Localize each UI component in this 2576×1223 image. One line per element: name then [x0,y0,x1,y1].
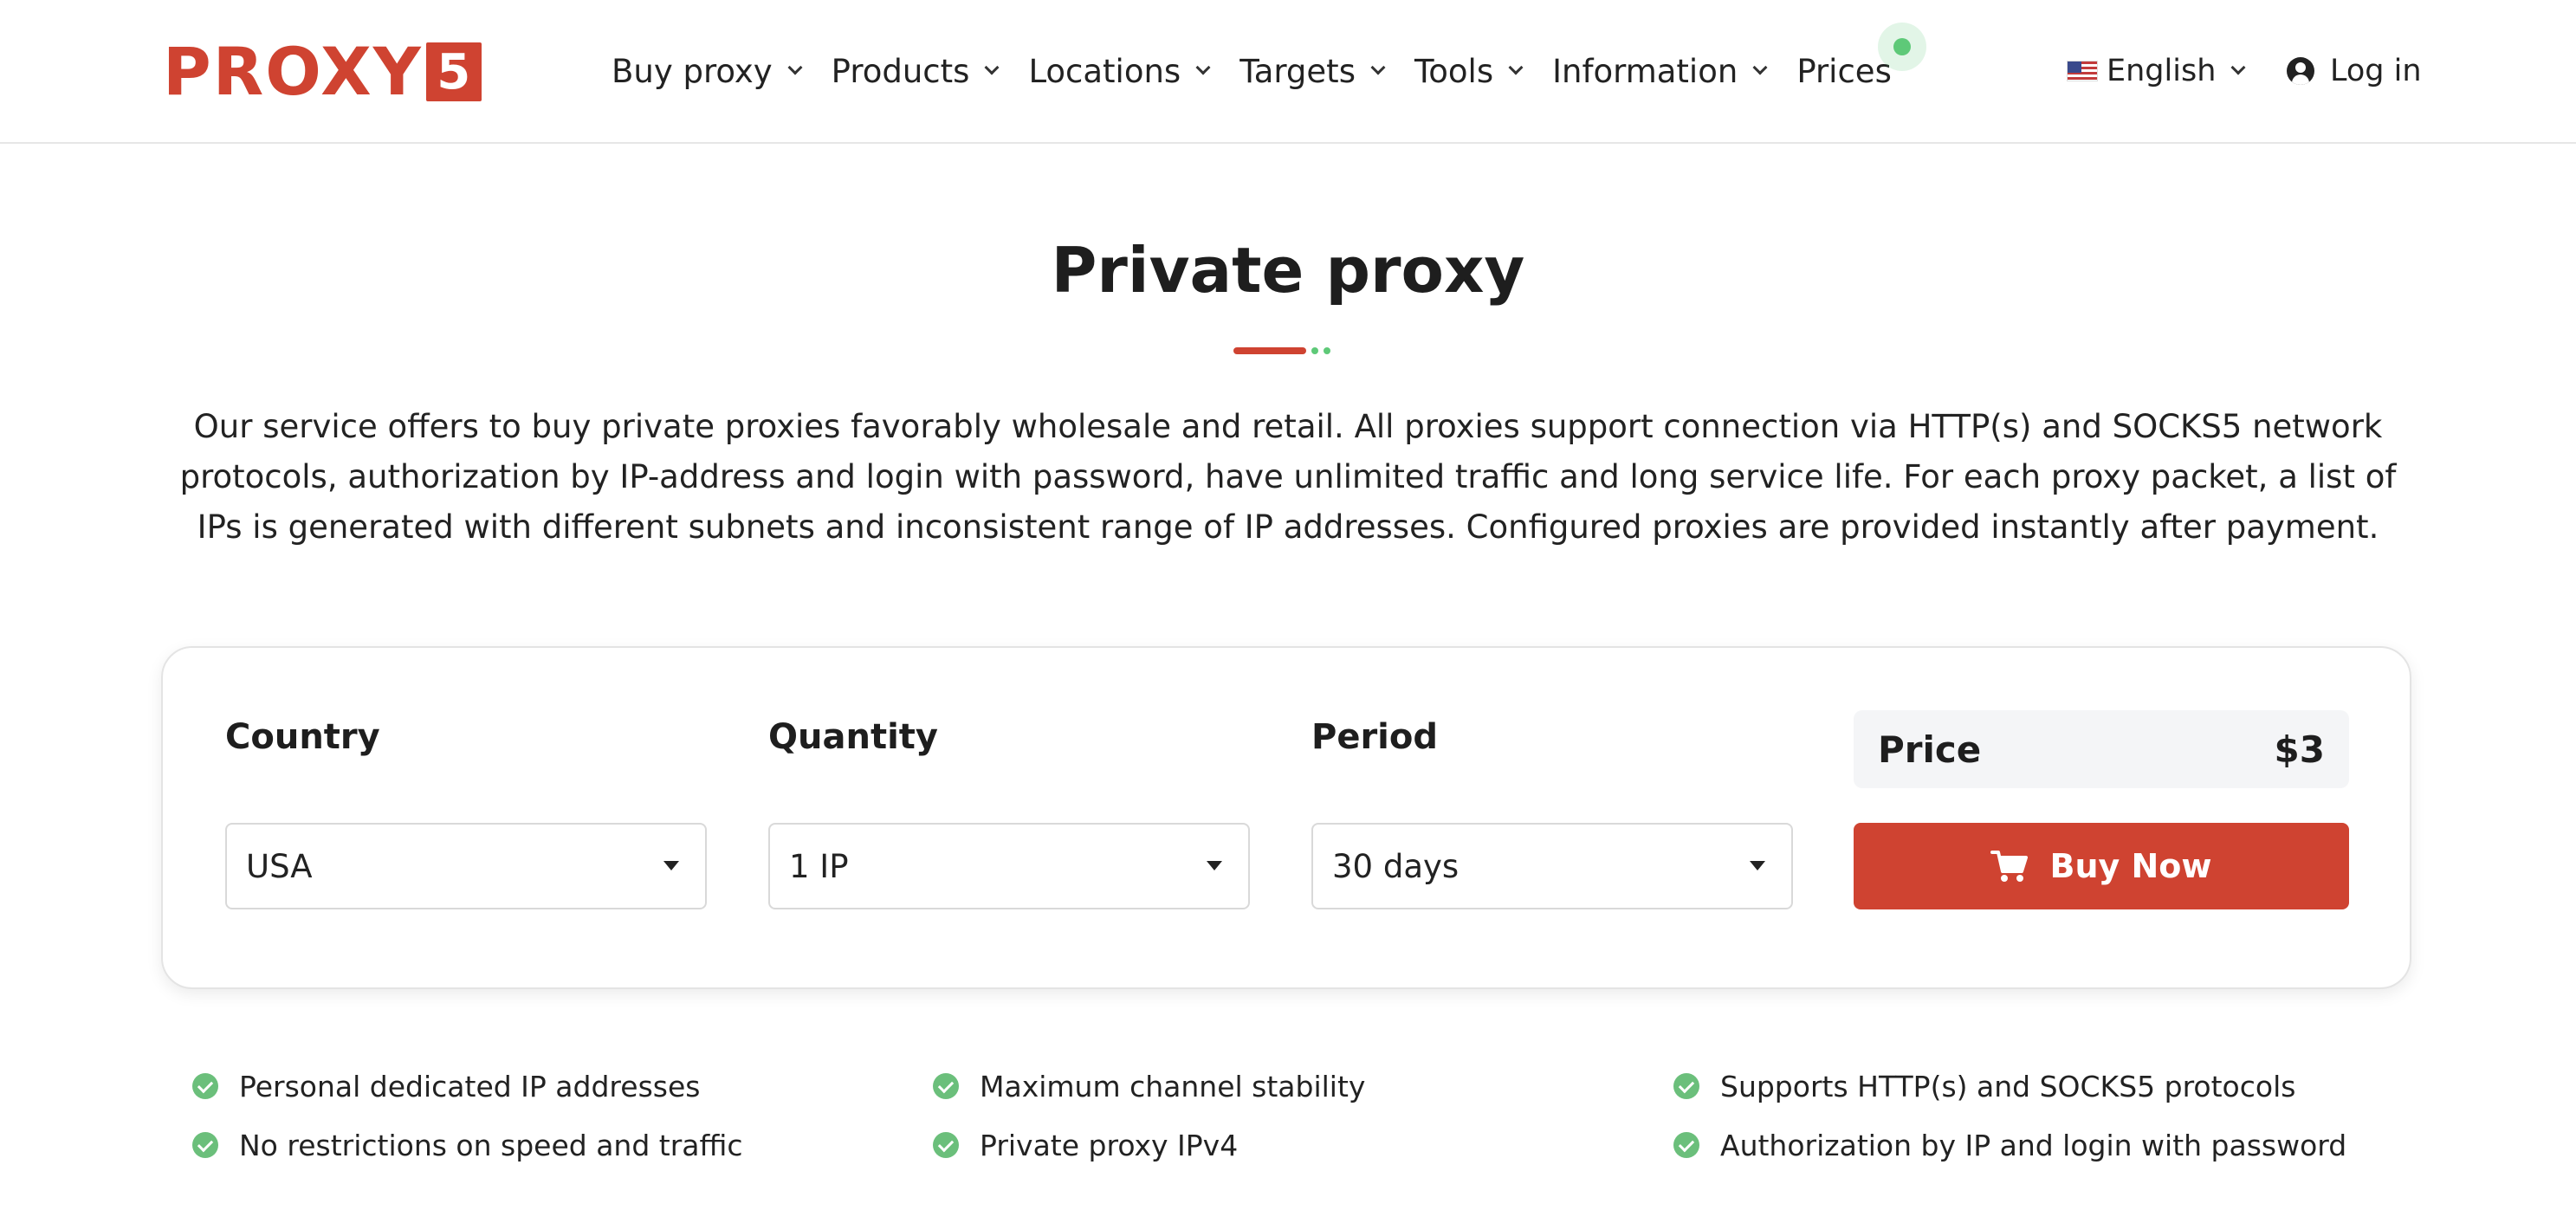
order-card: Country USA Quantity 1 IP Period 30 days… [161,646,2411,989]
caret-down-icon [1750,861,1765,870]
check-circle-icon [192,1073,218,1099]
quantity-value: 1 IP [789,847,849,885]
language-label: English [2107,54,2217,88]
feature-text: Personal dedicated IP addresses [239,1069,701,1103]
chevron-down-icon [1195,60,1211,75]
period-value: 30 days [1332,847,1460,885]
buy-now-button[interactable]: Buy Now [1854,823,2349,909]
login-link[interactable]: Log in [2287,45,2422,97]
country-field: Country [225,717,707,778]
logo[interactable]: PROXY 5 [163,33,482,110]
feature-item: Private proxy IPv4 [933,1126,1238,1164]
chevron-down-icon [1508,60,1524,75]
chevron-down-icon [1752,60,1768,75]
chevron-down-icon [984,60,1000,75]
quantity-label: Quantity [768,717,938,757]
feature-item: Maximum channel stability [933,1067,1365,1105]
nav-item-label: Information [1552,52,1738,90]
feature-item: Supports HTTP(s) and SOCKS5 protocols [1673,1067,2295,1105]
nav-item-targets[interactable]: Targets [1239,45,1386,97]
caret-down-icon [663,861,679,870]
logo-badge: 5 [425,42,482,101]
feature-item: Personal dedicated IP addresses [192,1067,700,1105]
period-field: Period [1311,717,1793,778]
shopping-cart-icon [1990,851,2029,882]
title-divider [1233,346,1330,355]
nav-item-locations[interactable]: Locations [1028,45,1211,97]
divider-dot [1311,347,1318,354]
logo-text: PROXY [163,33,423,110]
chevron-down-icon [2230,60,2246,75]
feature-text: Maximum channel stability [980,1069,1366,1103]
nav-item-label: Locations [1028,52,1181,90]
nav-item-prices[interactable]: Prices [1796,45,1892,97]
price-label: Price [1878,728,1982,771]
check-circle-icon [933,1132,959,1158]
nav-item-products[interactable]: Products [831,45,1000,97]
feature-item: No restrictions on speed and traffic [192,1126,743,1164]
chevron-down-icon [1370,60,1386,75]
page-title: Private proxy [1051,234,1525,307]
nav-item-buy-proxy[interactable]: Buy proxy [612,45,803,97]
live-status-dot-icon [1878,23,1926,71]
quantity-field: Quantity [768,717,1250,778]
price-value: $3 [2274,728,2325,771]
login-label: Log in [2330,54,2422,88]
quantity-select[interactable]: 1 IP [768,823,1250,909]
check-circle-icon [1673,1132,1699,1158]
country-value: USA [246,847,313,885]
price-display: Price $3 [1854,710,2349,788]
divider-bar [1233,347,1306,354]
feature-text: Private proxy IPv4 [980,1128,1239,1162]
caret-down-icon [1207,861,1222,870]
feature-item: Authorization by IP and login with passw… [1673,1126,2346,1164]
check-circle-icon [1673,1073,1699,1099]
page-description: Our service offers to buy private proxie… [179,408,2397,546]
divider-dot [1324,347,1330,354]
nav-item-label: Buy proxy [612,52,773,90]
country-select[interactable]: USA [225,823,707,909]
site-header: PROXY 5 Buy proxy Products Locations Tar… [0,0,2576,144]
features-list: Personal dedicated IP addresses No restr… [192,1067,2410,1206]
nav-item-information[interactable]: Information [1552,45,1768,97]
check-circle-icon [933,1073,959,1099]
feature-text: Authorization by IP and login with passw… [1720,1128,2347,1162]
check-circle-icon [192,1132,218,1158]
feature-text: Supports HTTP(s) and SOCKS5 protocols [1720,1069,2296,1103]
nav-item-label: Tools [1414,52,1494,90]
chevron-down-icon [787,60,803,75]
period-label: Period [1311,717,1438,757]
nav-item-label: Products [831,52,970,90]
main-nav: Buy proxy Products Locations Targets Too… [612,45,1923,97]
user-icon [2287,57,2314,85]
buy-now-label: Buy Now [2049,847,2212,885]
feature-text: No restrictions on speed and traffic [239,1128,743,1162]
nav-item-label: Prices [1796,52,1892,90]
period-select[interactable]: 30 days [1311,823,1793,909]
country-label: Country [225,717,380,757]
us-flag-icon [2067,61,2098,81]
nav-item-tools[interactable]: Tools [1414,45,1524,97]
language-selector[interactable]: English [2067,45,2246,97]
nav-item-label: Targets [1239,52,1356,90]
